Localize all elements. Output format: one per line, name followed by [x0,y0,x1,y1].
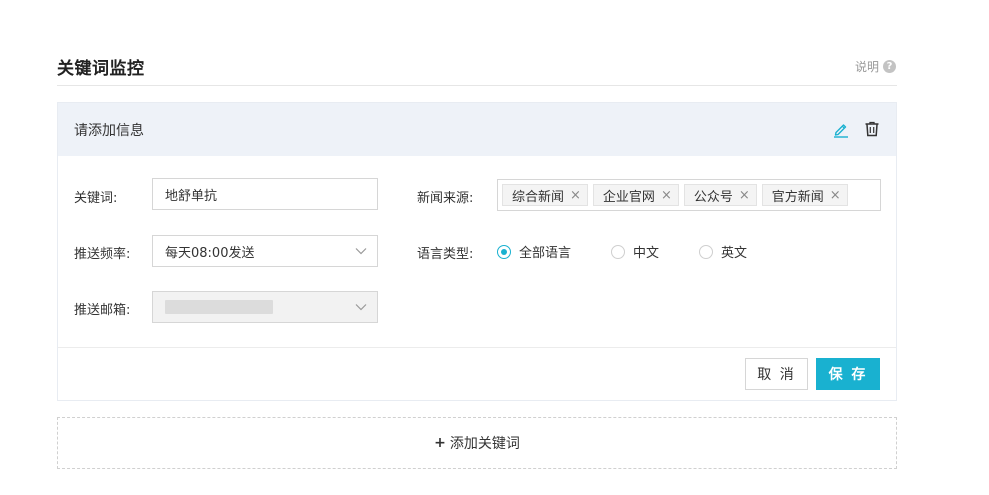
news-source-label: 新闻来源: [417,191,474,206]
radio-checked-icon[interactable] [497,244,511,259]
language-radio-group: 全部语言 中文 英文 [497,242,747,261]
tag-label: 官方新闻 [771,189,824,205]
frequency-select[interactable]: 每天08:00发送 [152,235,378,267]
add-keyword-button[interactable]: + 添加关键词 [57,417,897,469]
frequency-label: 推送频率: [74,247,131,262]
help-label: 说明 [854,60,879,74]
close-icon[interactable]: × [570,189,581,202]
tag-label: 企业官网 [602,189,655,205]
radio-unchecked-icon[interactable] [699,244,714,259]
email-label: 推送邮箱: [74,303,131,318]
frequency-value: 每天08:00发送 [165,245,255,261]
card-header-title: 请添加信息 [74,123,144,139]
save-button[interactable]: 保 存 [816,358,880,390]
chevron-down-icon [355,304,367,311]
plus-icon: + [434,435,446,451]
add-keyword-label: 添加关键词 [449,436,520,452]
keyword-value: 地舒单抗 [165,188,218,204]
help-link[interactable]: 说明 ? [855,58,896,75]
radio-option-chinese[interactable]: 中文 [611,242,659,261]
news-source-tags[interactable]: 综合新闻 × 企业官网 × 公众号 × 官方新闻 × [497,179,881,211]
email-select[interactable] [152,291,378,323]
tag-label: 公众号 [693,189,733,205]
tag-item: 企业官网 × [592,184,679,206]
tag-item: 综合新闻 × [502,184,588,206]
tag-item: 公众号 × [683,184,757,206]
cancel-button[interactable]: 取 消 [745,358,808,390]
trash-icon[interactable] [863,120,881,138]
language-label: 语言类型: [417,247,474,262]
radio-label: 英文 [721,246,748,261]
keyword-card: 请添加信息 关键词: 地舒单抗 新闻来源: 综合新闻 × 企业官网 × 公众号 [57,102,897,401]
card-header: 请添加信息 [58,103,896,156]
title-divider [57,85,897,86]
radio-option-all[interactable]: 全部语言 [497,242,571,261]
page-title: 关键词监控 [57,59,145,79]
keyword-input[interactable]: 地舒单抗 [152,178,378,210]
pencil-icon[interactable] [832,120,850,138]
tag-item: 官方新闻 × [761,184,848,206]
close-icon[interactable]: × [739,189,750,202]
card-footer-divider [58,347,896,348]
radio-unchecked-icon[interactable] [611,244,626,259]
question-icon[interactable]: ? [883,60,896,73]
tag-label: 综合新闻 [512,189,565,205]
email-value-blurred [165,300,273,314]
close-icon[interactable]: × [830,189,841,202]
radio-option-english[interactable]: 英文 [699,242,747,261]
keyword-label: 关键词: [74,191,118,206]
radio-label: 全部语言 [519,246,572,261]
chevron-down-icon [355,248,367,255]
radio-label: 中文 [633,246,660,261]
close-icon[interactable]: × [661,189,672,202]
